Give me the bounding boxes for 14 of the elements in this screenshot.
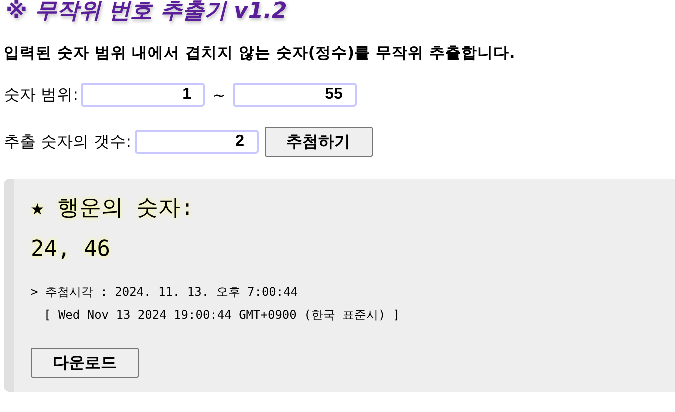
count-label: 추출 숫자의 갯수: — [4, 132, 132, 152]
draw-time: > 추첨시각 : 2024. 11. 13. 오후 7:00:44 — [31, 284, 300, 301]
lucky-numbers: 24, 46 — [31, 237, 112, 262]
min-input[interactable]: 1 — [81, 83, 206, 107]
page-title: ※ 무작위 번호 추출기 v1.2 — [5, 0, 288, 26]
range-label: 숫자 범위: — [4, 84, 78, 106]
max-input[interactable]: 55 — [232, 83, 357, 107]
raw-time: [ Wed Nov 13 2024 19:00:44 GMT+0900 (한국 표준시) ] — [43, 307, 402, 324]
description: 입력된 숫자 범위 내에서 겹치지 않는 숫자(정수)를 무작위 추출합니다. — [4, 43, 516, 64]
draw-button[interactable]: 추첨하기 — [264, 127, 373, 157]
result-heading: ★ 행운의 숫자: — [31, 195, 195, 223]
download-button[interactable]: 다운로드 — [31, 348, 139, 378]
range-separator: ~ — [211, 86, 227, 104]
count-input[interactable]: 2 — [134, 130, 259, 154]
